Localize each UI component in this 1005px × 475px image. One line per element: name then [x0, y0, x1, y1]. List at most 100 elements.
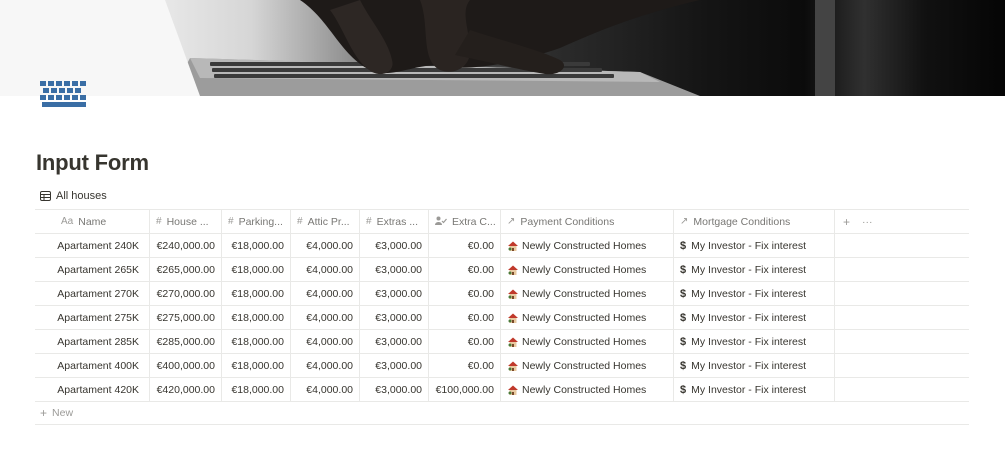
cell-extra-costs[interactable]: €0.00	[429, 354, 501, 377]
cell-extra-costs[interactable]: €100,000.00	[429, 378, 501, 401]
table-row[interactable]: Apartament 420K €420,000.00 €18,000.00 €4,0…	[35, 378, 969, 402]
cell-name[interactable]: Apartament 275K	[35, 306, 150, 329]
cell-name[interactable]: Apartament 240K	[35, 234, 150, 257]
cell-parking[interactable]: €18,000.00	[222, 234, 291, 257]
cell-payment-conditions[interactable]: Newly Constructed Homes	[501, 282, 674, 305]
cell-name[interactable]: Apartament 265K	[35, 258, 150, 281]
cell-house-price[interactable]: €400,000.00	[150, 354, 222, 377]
relation-link[interactable]: My Investor - Fix interest	[691, 264, 806, 276]
cell-value: €18,000.00	[231, 311, 284, 324]
number-property-icon: #	[156, 216, 162, 227]
cell-name[interactable]: Apartament 270K	[35, 282, 150, 305]
cell-extras[interactable]: €3,000.00	[360, 354, 429, 377]
new-row-button[interactable]: + New	[35, 402, 969, 425]
relation-link[interactable]: Newly Constructed Homes	[522, 384, 646, 396]
cell-payment-conditions[interactable]: Newly Constructed Homes	[501, 258, 674, 281]
cell-extra-costs[interactable]: €0.00	[429, 306, 501, 329]
cell-attic[interactable]: €4,000.00	[291, 258, 360, 281]
cell-parking[interactable]: €18,000.00	[222, 306, 291, 329]
relation-link[interactable]: My Investor - Fix interest	[691, 240, 806, 252]
cell-value: €0.00	[467, 287, 494, 300]
cell-mortgage-conditions[interactable]: $ My Investor - Fix interest	[674, 234, 835, 257]
cell-mortgage-conditions[interactable]: $ My Investor - Fix interest	[674, 378, 835, 401]
cell-house-price[interactable]: €420,000.00	[150, 378, 222, 401]
relation-link[interactable]: My Investor - Fix interest	[691, 336, 806, 348]
cell-value: €0.00	[467, 263, 494, 276]
column-header-parking[interactable]: # Parking...	[222, 210, 291, 233]
keyboard-icon[interactable]	[40, 81, 88, 107]
cell-extra-costs[interactable]: €0.00	[429, 282, 501, 305]
cell-attic[interactable]: €4,000.00	[291, 282, 360, 305]
column-header-mortgage-conditions[interactable]: ↗ Mortgage Conditions	[674, 210, 835, 233]
cell-parking[interactable]: €18,000.00	[222, 258, 291, 281]
add-column-button[interactable]: +	[843, 215, 850, 229]
cell-extras[interactable]: €3,000.00	[360, 234, 429, 257]
cell-name[interactable]: Apartament 420K	[35, 378, 150, 401]
cell-parking[interactable]: €18,000.00	[222, 330, 291, 353]
cell-payment-conditions[interactable]: Newly Constructed Homes	[501, 234, 674, 257]
cell-extras[interactable]: €3,000.00	[360, 330, 429, 353]
cell-mortgage-conditions[interactable]: $ My Investor - Fix interest	[674, 330, 835, 353]
table-row[interactable]: Apartament 270K €270,000.00 €18,000.00 €4,0…	[35, 282, 969, 306]
cell-attic[interactable]: €4,000.00	[291, 234, 360, 257]
cell-extras[interactable]: €3,000.00	[360, 378, 429, 401]
cell-payment-conditions[interactable]: Newly Constructed Homes	[501, 354, 674, 377]
relation-link[interactable]: Newly Constructed Homes	[522, 288, 646, 300]
table-row[interactable]: Apartament 400K €400,000.00 €18,000.00 €4,0…	[35, 354, 969, 378]
row-name: Apartament 420K	[57, 383, 139, 396]
cell-attic[interactable]: €4,000.00	[291, 330, 360, 353]
cell-attic[interactable]: €4,000.00	[291, 354, 360, 377]
cell-extra-costs[interactable]: €0.00	[429, 330, 501, 353]
cell-value: €0.00	[467, 311, 494, 324]
table-row[interactable]: Apartament 265K €265,000.00 €18,000.00 €4,0…	[35, 258, 969, 282]
cell-house-price[interactable]: €275,000.00	[150, 306, 222, 329]
relation-link[interactable]: Newly Constructed Homes	[522, 360, 646, 372]
cell-house-price[interactable]: €265,000.00	[150, 258, 222, 281]
cell-payment-conditions[interactable]: Newly Constructed Homes	[501, 378, 674, 401]
relation-link[interactable]: My Investor - Fix interest	[691, 384, 806, 396]
cell-parking[interactable]: €18,000.00	[222, 378, 291, 401]
column-header-label: Name	[78, 215, 107, 228]
cell-extras[interactable]: €3,000.00	[360, 258, 429, 281]
cell-name[interactable]: Apartament 400K	[35, 354, 150, 377]
column-header-attic[interactable]: # Attic Pr...	[291, 210, 360, 233]
relation-link[interactable]: Newly Constructed Homes	[522, 312, 646, 324]
cell-parking[interactable]: €18,000.00	[222, 354, 291, 377]
cell-extra-costs[interactable]: €0.00	[429, 258, 501, 281]
cell-house-price[interactable]: €240,000.00	[150, 234, 222, 257]
cell-mortgage-conditions[interactable]: $ My Investor - Fix interest	[674, 258, 835, 281]
cell-payment-conditions[interactable]: Newly Constructed Homes	[501, 306, 674, 329]
relation-link[interactable]: Newly Constructed Homes	[522, 240, 646, 252]
cell-mortgage-conditions[interactable]: $ My Investor - Fix interest	[674, 354, 835, 377]
column-header-extras[interactable]: # Extras ...	[360, 210, 429, 233]
cell-value: €0.00	[467, 239, 494, 252]
table-row[interactable]: Apartament 240K €240,000.00 €18,000.00 €4,0…	[35, 234, 969, 258]
column-header-name[interactable]: Aa Name	[35, 210, 150, 233]
number-property-icon: #	[297, 216, 303, 227]
cell-extras[interactable]: €3,000.00	[360, 282, 429, 305]
relation-link[interactable]: Newly Constructed Homes	[522, 336, 646, 348]
table-row[interactable]: Apartament 285K €285,000.00 €18,000.00 €4,0…	[35, 330, 969, 354]
column-header-payment-conditions[interactable]: ↗ Payment Conditions	[501, 210, 674, 233]
cell-parking[interactable]: €18,000.00	[222, 282, 291, 305]
relation-link[interactable]: My Investor - Fix interest	[691, 288, 806, 300]
cell-name[interactable]: Apartament 285K	[35, 330, 150, 353]
cell-house-price[interactable]: €285,000.00	[150, 330, 222, 353]
column-header-house-price[interactable]: # House ...	[150, 210, 222, 233]
cell-mortgage-conditions[interactable]: $ My Investor - Fix interest	[674, 306, 835, 329]
relation-link[interactable]: My Investor - Fix interest	[691, 312, 806, 324]
cell-attic[interactable]: €4,000.00	[291, 306, 360, 329]
table-row[interactable]: Apartament 275K €275,000.00 €18,000.00 €4,0…	[35, 306, 969, 330]
cell-extra-costs[interactable]: €0.00	[429, 234, 501, 257]
cell-house-price[interactable]: €270,000.00	[150, 282, 222, 305]
cell-extras[interactable]: €3,000.00	[360, 306, 429, 329]
cell-payment-conditions[interactable]: Newly Constructed Homes	[501, 330, 674, 353]
more-options-icon[interactable]: ···	[862, 216, 873, 228]
cell-value: €18,000.00	[231, 383, 284, 396]
relation-link[interactable]: Newly Constructed Homes	[522, 264, 646, 276]
relation-link[interactable]: My Investor - Fix interest	[691, 360, 806, 372]
column-header-extra-costs[interactable]: Extra C...	[429, 210, 501, 233]
cell-mortgage-conditions[interactable]: $ My Investor - Fix interest	[674, 282, 835, 305]
cell-attic[interactable]: €4,000.00	[291, 378, 360, 401]
view-tab-all-houses[interactable]: All houses	[40, 188, 107, 204]
